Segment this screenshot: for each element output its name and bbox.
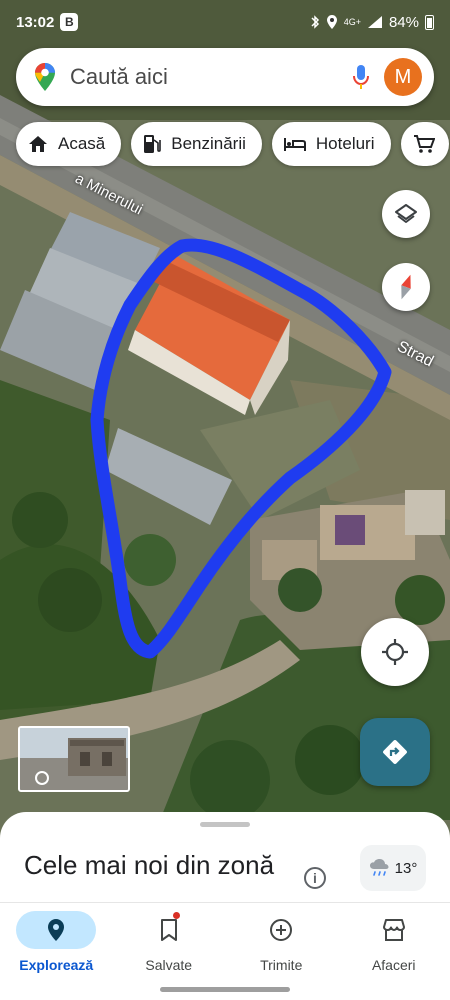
nav-business-label: Afaceri bbox=[371, 957, 416, 973]
explore-pin-icon bbox=[48, 919, 65, 941]
layers-icon bbox=[395, 204, 417, 223]
street-view-thumbnail[interactable] bbox=[18, 726, 130, 792]
nav-contribute-label: Trimite bbox=[260, 957, 303, 973]
directions-icon bbox=[383, 740, 407, 764]
notification-badge: B bbox=[60, 13, 79, 31]
weather-temperature: 13° bbox=[394, 859, 418, 877]
nav-business-pill bbox=[354, 911, 434, 949]
my-location-button[interactable] bbox=[361, 618, 429, 686]
bed-icon bbox=[283, 136, 306, 152]
weather-chip[interactable]: 13° bbox=[360, 845, 426, 891]
chip-gas-stations-label: Benzinării bbox=[171, 134, 246, 153]
nav-explore[interactable]: Explorează bbox=[0, 903, 113, 980]
avatar[interactable]: M bbox=[384, 58, 422, 96]
battery-percent: 84% bbox=[388, 13, 419, 31]
chip-gas-stations[interactable]: Benzinării bbox=[131, 122, 262, 166]
storefront-icon bbox=[382, 919, 405, 941]
chip-hotels-label: Hoteluri bbox=[315, 134, 375, 153]
search-input[interactable]: Caută aici bbox=[70, 64, 352, 90]
layers-button[interactable] bbox=[382, 190, 430, 238]
search-bar[interactable]: Caută aici M bbox=[16, 48, 434, 106]
status-time: 13:02 bbox=[16, 13, 55, 31]
notification-dot bbox=[172, 912, 180, 919]
nav-saved-pill bbox=[129, 911, 209, 949]
compass-icon bbox=[401, 274, 411, 300]
location-status-icon bbox=[326, 15, 337, 29]
nav-business[interactable]: Afaceri bbox=[338, 903, 450, 980]
crosshair-icon bbox=[382, 639, 408, 665]
maps-logo-icon bbox=[35, 63, 55, 91]
compass-button[interactable] bbox=[382, 263, 430, 311]
directions-button[interactable] bbox=[360, 718, 430, 786]
sheet-drag-handle[interactable] bbox=[200, 822, 250, 827]
category-chips: Acasă Benzinării Hoteluri bbox=[16, 122, 449, 166]
home-icon bbox=[28, 135, 48, 153]
chip-home-label: Acasă bbox=[58, 134, 106, 153]
chip-home[interactable]: Acasă bbox=[16, 122, 122, 166]
nav-contribute[interactable]: Trimite bbox=[225, 903, 338, 980]
info-icon[interactable]: i bbox=[304, 867, 326, 889]
signal-icon bbox=[367, 16, 382, 28]
add-circle-icon bbox=[270, 919, 293, 941]
nav-saved-label: Salvate bbox=[145, 957, 193, 973]
nav-explore-pill bbox=[16, 911, 97, 949]
microphone-icon[interactable] bbox=[352, 64, 370, 90]
status-bar: 13:02 B 4G+ 84% bbox=[0, 0, 450, 44]
bottom-navigation: Explorează Salvate Trimite Afaceri bbox=[0, 902, 450, 980]
home-gesture-indicator[interactable] bbox=[160, 987, 290, 992]
nav-contribute-pill bbox=[241, 911, 321, 949]
network-type: 4G+ bbox=[343, 16, 361, 27]
bookmark-icon bbox=[160, 919, 177, 941]
nav-explore-label: Explorează bbox=[19, 957, 94, 973]
battery-icon bbox=[425, 14, 434, 30]
bluetooth-icon bbox=[311, 15, 319, 29]
street-view-photo bbox=[20, 728, 128, 790]
chip-hotels[interactable]: Hoteluri bbox=[271, 122, 391, 166]
sheet-title: Cele mai noi din zonă bbox=[24, 850, 275, 880]
gesture-bar bbox=[0, 980, 450, 1000]
chip-shopping[interactable] bbox=[400, 122, 449, 166]
nav-saved[interactable]: Salvate bbox=[113, 903, 226, 980]
gas-station-icon bbox=[143, 134, 162, 154]
rain-cloud-icon bbox=[369, 859, 389, 876]
cart-icon bbox=[413, 134, 435, 154]
